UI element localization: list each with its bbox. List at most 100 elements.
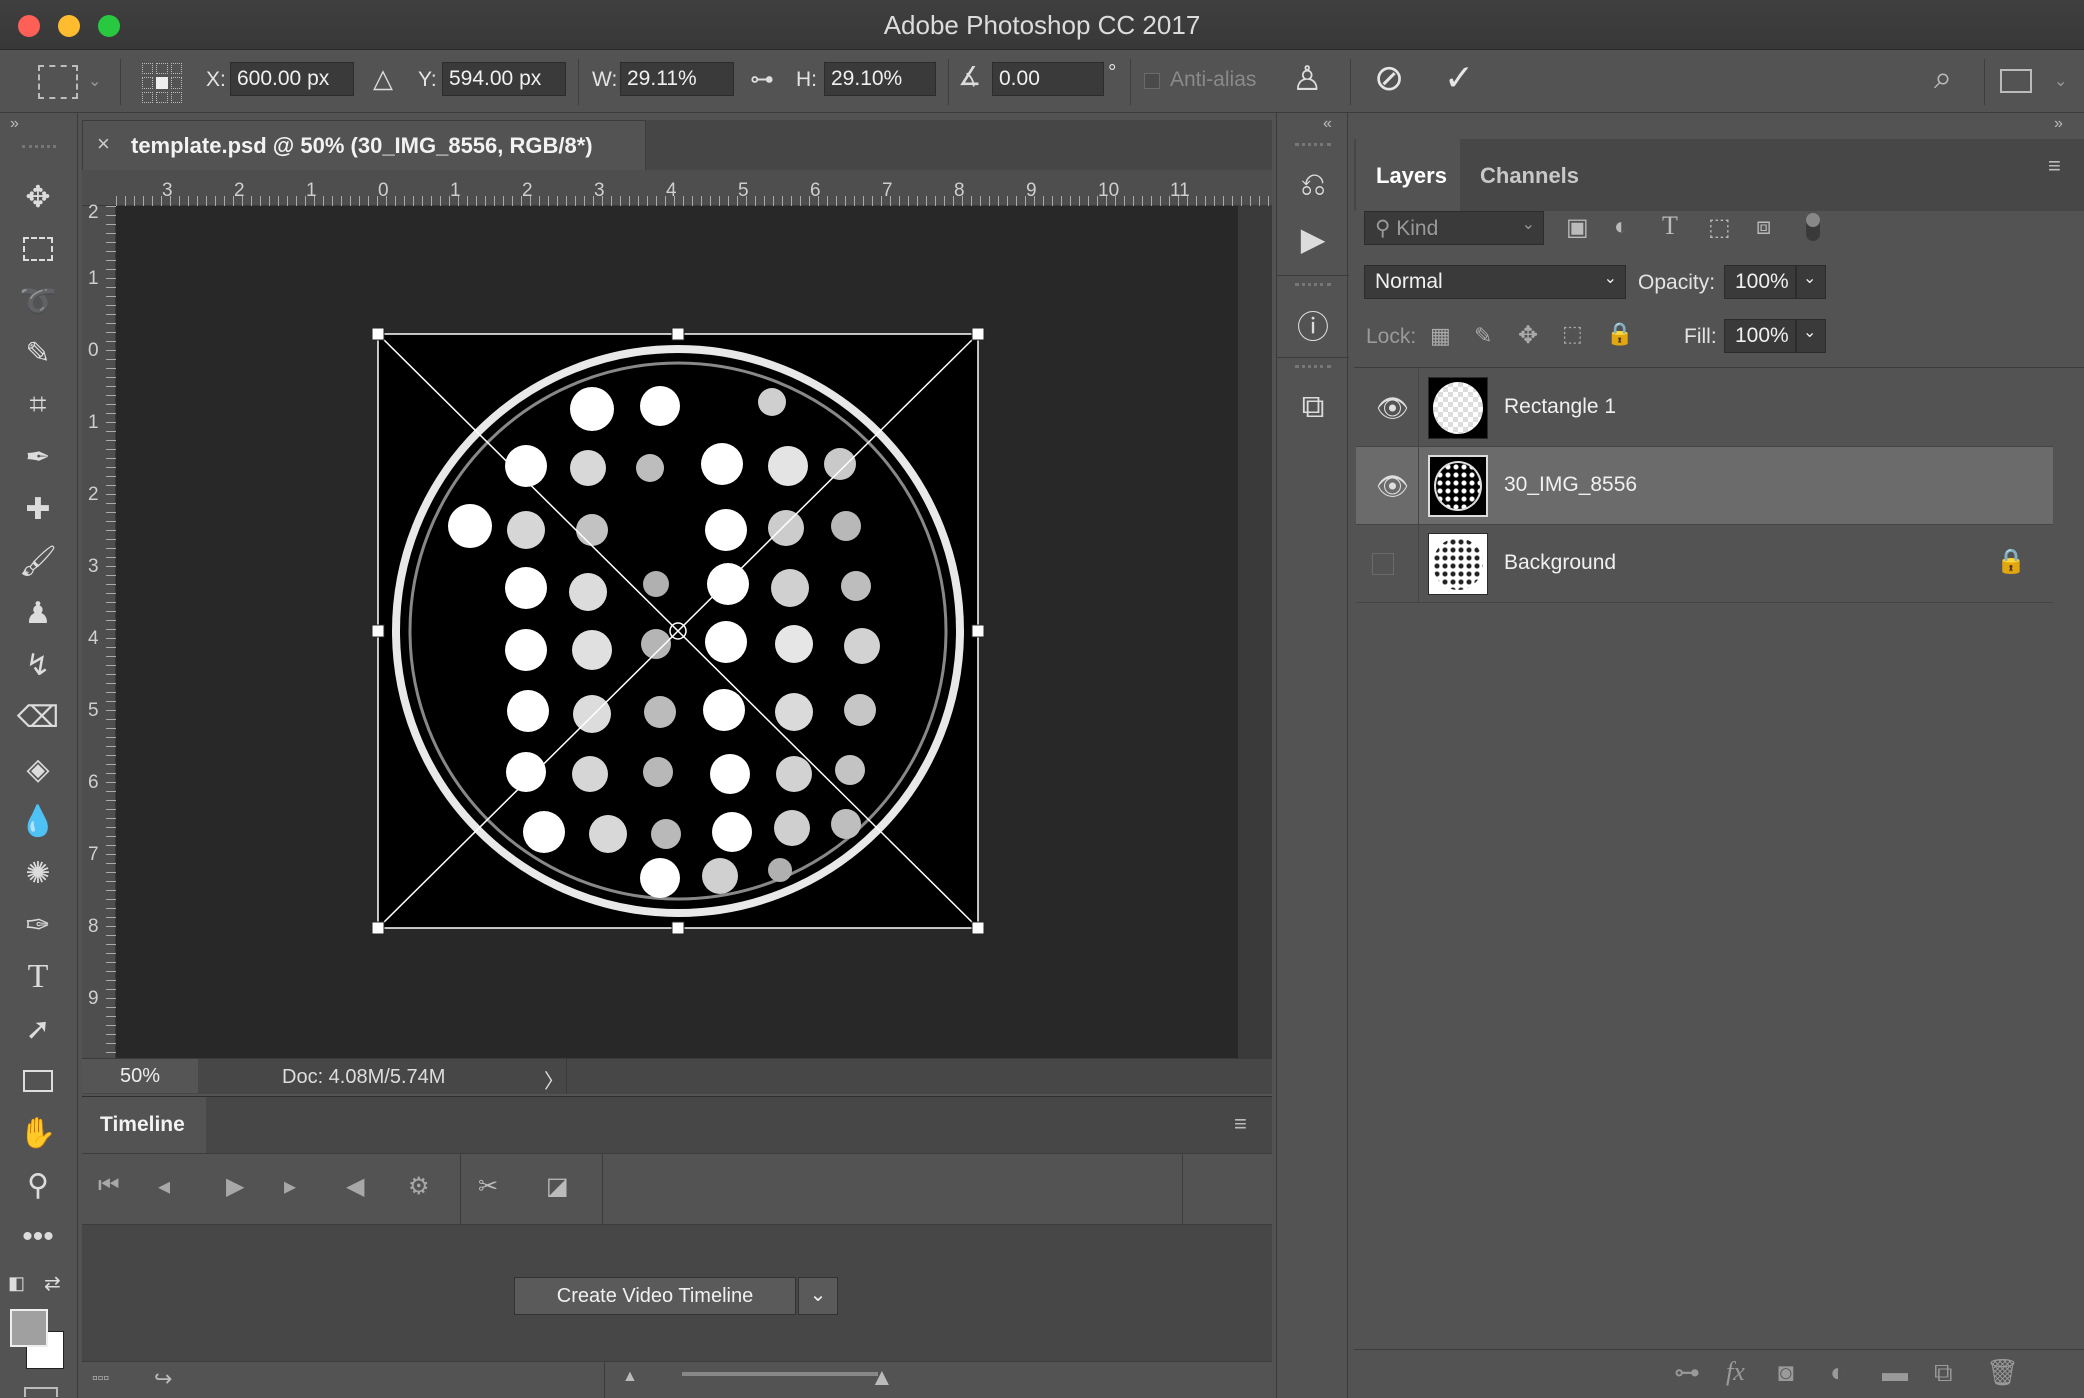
visibility-toggle-empty[interactable]: [1372, 553, 1394, 575]
commit-transform-icon[interactable]: ✓: [1444, 57, 1474, 99]
timeline-zoom-slider[interactable]: [682, 1372, 878, 1376]
adjustment-filter-icon[interactable]: ◐: [1614, 213, 1629, 241]
layer-row-selected[interactable]: 👁 30_IMG_8556: [1356, 447, 2053, 525]
visibility-eye-icon[interactable]: 👁: [1376, 471, 1409, 502]
panel-grip[interactable]: [1295, 283, 1331, 286]
move-tool-icon[interactable]: ✥: [14, 175, 62, 219]
next-frame-icon[interactable]: ▸: [284, 1172, 296, 1201]
canvas-area[interactable]: [116, 206, 1238, 1058]
quick-mask-icon[interactable]: [24, 1387, 58, 1397]
link-layers-icon[interactable]: ⊶: [1674, 1357, 1700, 1388]
panel-grip[interactable]: [22, 145, 56, 148]
previous-frame-icon[interactable]: ◂: [158, 1172, 170, 1201]
pen-tool-icon[interactable]: ✑: [14, 903, 62, 947]
vertical-scrollbar[interactable]: [1238, 206, 1272, 1058]
lock-pixels-icon[interactable]: ✎: [1474, 323, 1492, 349]
blend-mode-select[interactable]: Normal ⌄: [1364, 265, 1626, 299]
clone-stamp-icon[interactable]: ♟: [14, 591, 62, 635]
filter-toggle[interactable]: [1806, 213, 1820, 241]
history-brush-icon[interactable]: ↯: [14, 643, 62, 687]
reference-point-icon[interactable]: [142, 63, 182, 103]
close-document-icon[interactable]: ×: [97, 131, 110, 157]
lock-artboard-icon[interactable]: ⬚: [1562, 321, 1583, 347]
height-input[interactable]: 29.10%: [824, 62, 936, 96]
transform-tool-icon[interactable]: [38, 65, 78, 99]
eyedropper-icon[interactable]: ✒: [14, 435, 62, 479]
smart-object-filter-icon[interactable]: ⧈: [1756, 213, 1771, 241]
split-scissors-icon[interactable]: ✂: [478, 1172, 498, 1201]
paint-bucket-icon[interactable]: ◈: [14, 747, 62, 791]
zoom-tool-icon[interactable]: ⚲: [14, 1163, 62, 1207]
panel-grip[interactable]: [1295, 365, 1331, 368]
brush-tool-icon[interactable]: 🖌: [14, 539, 62, 583]
adjustment-layer-icon[interactable]: ◐: [1830, 1357, 1846, 1388]
visibility-eye-icon[interactable]: 👁: [1376, 393, 1409, 424]
cancel-transform-icon[interactable]: ⊘: [1374, 57, 1404, 99]
quick-select-icon[interactable]: ✎: [14, 331, 62, 375]
delete-layer-trash-icon[interactable]: 🗑: [1986, 1357, 2019, 1388]
healing-brush-icon[interactable]: ✚: [14, 487, 62, 531]
add-mask-icon[interactable]: ◙: [1778, 1357, 1794, 1388]
lock-transparency-icon[interactable]: ▦: [1430, 323, 1451, 349]
collapse-panel-icon[interactable]: «: [1323, 115, 1332, 133]
lock-all-icon[interactable]: 🔒: [1606, 321, 1633, 347]
history-panel-icon[interactable]: ⎌: [1291, 163, 1335, 207]
sponge-tool-icon[interactable]: ✺: [14, 851, 62, 895]
first-frame-icon[interactable]: ⏮: [98, 1172, 120, 1200]
panel-menu-icon[interactable]: ≡: [2048, 153, 2061, 179]
marquee-tool-icon[interactable]: [14, 227, 62, 271]
chevron-down-icon[interactable]: ⌄: [88, 71, 101, 91]
foreground-color-swatch[interactable]: [10, 1309, 48, 1347]
frame-animation-icon[interactable]: ▫▫▫: [92, 1370, 109, 1388]
document-canvas[interactable]: [116, 206, 1238, 1058]
lock-position-icon[interactable]: ✥: [1518, 321, 1538, 350]
pixel-filter-icon[interactable]: ▣: [1566, 213, 1589, 242]
doc-size-info[interactable]: Doc: 4.08M/5.74M: [282, 1066, 445, 1089]
status-menu-arrow[interactable]: 〉: [544, 1065, 564, 1094]
play-icon[interactable]: ▶: [226, 1172, 244, 1201]
shape-filter-icon[interactable]: ⬚: [1708, 213, 1731, 242]
delta-icon[interactable]: △: [373, 63, 393, 94]
document-tab[interactable]: × template.psd @ 50% (30_IMG_8556, RGB/8…: [82, 120, 646, 170]
layer-row[interactable]: 👁 Rectangle 1: [1356, 369, 2053, 447]
timeline-menu-icon[interactable]: ≡: [1234, 1111, 1247, 1137]
more-tools-icon[interactable]: •••: [14, 1215, 62, 1259]
create-video-timeline-button[interactable]: Create Video Timeline: [514, 1277, 796, 1315]
eraser-icon[interactable]: ⌫: [14, 695, 62, 739]
width-input[interactable]: 29.11%: [620, 62, 734, 96]
new-layer-icon[interactable]: ⧉: [1934, 1357, 1953, 1389]
filter-kind-select[interactable]: ⚲ Kind ⌄: [1364, 211, 1544, 245]
tab-channels[interactable]: Channels: [1460, 139, 1590, 211]
fill-dropdown[interactable]: ⌄: [1796, 319, 1826, 353]
settings-gear-icon[interactable]: ⚙: [408, 1172, 430, 1201]
rotation-input[interactable]: 0.00: [992, 62, 1104, 96]
render-video-icon[interactable]: ↪: [154, 1366, 172, 1392]
properties-panel-icon[interactable]: ⧉: [1291, 385, 1335, 429]
x-input[interactable]: 600.00 px: [230, 62, 354, 96]
hand-tool-icon[interactable]: ✋: [14, 1111, 62, 1155]
expand-panel-icon[interactable]: »: [10, 115, 19, 133]
transition-icon[interactable]: ◪: [546, 1172, 569, 1201]
layer-style-fx-icon[interactable]: fx: [1726, 1357, 1745, 1387]
antialias-checkbox[interactable]: [1144, 73, 1160, 89]
rectangle-tool-icon[interactable]: [14, 1059, 62, 1103]
tab-layers[interactable]: Layers: [1356, 139, 1460, 211]
chevron-down-icon[interactable]: ⌄: [2054, 71, 2067, 91]
opacity-input[interactable]: 100%: [1724, 265, 1796, 299]
panel-grip[interactable]: [1295, 143, 1331, 146]
zoom-field[interactable]: 50%: [82, 1059, 198, 1093]
zoom-in-mountain-icon[interactable]: ▲: [870, 1364, 894, 1392]
info-panel-icon[interactable]: ⓘ: [1291, 303, 1335, 347]
y-input[interactable]: 594.00 px: [442, 62, 566, 96]
type-tool-icon[interactable]: T: [14, 955, 62, 999]
crop-tool-icon[interactable]: ⌗: [14, 383, 62, 427]
audio-icon[interactable]: ◀: [346, 1172, 364, 1201]
zoom-out-mountain-icon[interactable]: ▲: [622, 1368, 638, 1386]
expand-dock-icon[interactable]: »: [2054, 115, 2063, 133]
type-filter-icon[interactable]: T: [1662, 211, 1678, 241]
new-group-folder-icon[interactable]: ▬: [1882, 1357, 1908, 1388]
workspace-icon[interactable]: [2000, 69, 2032, 93]
create-timeline-dropdown[interactable]: ⌄: [798, 1277, 838, 1315]
timeline-tab[interactable]: Timeline: [82, 1097, 206, 1153]
lasso-tool-icon[interactable]: ➰: [14, 279, 62, 323]
